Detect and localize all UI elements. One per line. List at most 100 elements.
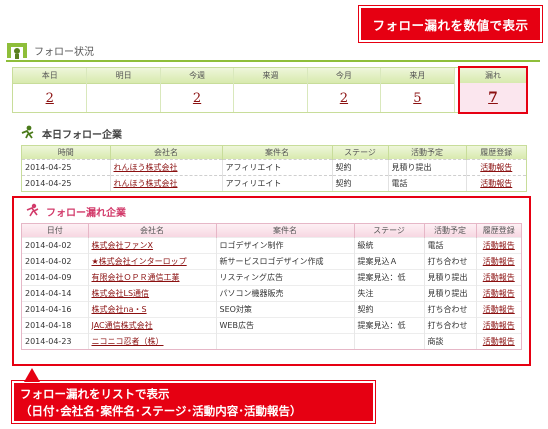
company-cell: れんほう株式会社	[109, 174, 222, 191]
missed-section-title: フォロー漏れ企業	[24, 203, 126, 220]
project-cell: アフィリエイト	[221, 158, 332, 175]
company-link[interactable]: JAC通信株式会社	[92, 321, 153, 330]
activity-report-link[interactable]: 活動報告	[483, 321, 515, 330]
stage-cell: 失注	[353, 284, 424, 301]
missed-title-text: フォロー漏れ企業	[46, 208, 126, 219]
stage-cell: 契約	[331, 158, 388, 175]
company-link[interactable]: 株式会社ファンX	[92, 241, 153, 250]
project-cell: WEB広告	[215, 316, 354, 333]
company-cell: 有限会社ＯＰＲ通信工業	[87, 268, 216, 285]
activity-report-link[interactable]: 活動報告	[483, 241, 515, 250]
date-cell: 2014-04-23	[22, 332, 88, 349]
table-row: 2014-04-02 株式会社ファンX ロゴデザイン制作 級統 電話 活動報告	[22, 236, 521, 253]
table-row: 2014-04-25 れんほう株式会社 アフィリエイト 契約 電話 活動報告	[22, 174, 526, 191]
action-cell: 活動報告	[465, 158, 526, 175]
today-title-text: 本日フォロー企業	[42, 130, 122, 141]
status-label: 来月	[381, 68, 454, 84]
company-link[interactable]: れんほう株式会社	[114, 179, 178, 188]
company-link[interactable]: ニコニコ忍者（株）	[92, 337, 164, 346]
table-row: 2014-04-18 JAC通信株式会社 WEB広告 提案見込：低 打ち合わせ …	[22, 316, 521, 333]
activity-report-link[interactable]: 活動報告	[483, 337, 515, 346]
missed-section: フォロー漏れ企業 日付 会社名 案件名 ステージ 活動予定 履歴登録 2014-…	[12, 196, 531, 366]
project-cell: ロゴデザイン制作	[215, 236, 354, 253]
status-count	[234, 84, 306, 112]
page-title: フォロー状況	[34, 46, 94, 58]
callout-bottom-line2: （日付･会社名･案件名･ステージ･活動内容･活動報告）	[20, 404, 302, 418]
company-link[interactable]: ★株式会社インターロップ	[92, 257, 187, 266]
plan-cell: 見積り提出	[423, 284, 476, 301]
status-label: 本日	[13, 68, 87, 84]
plan-cell: 打ち合わせ	[423, 252, 476, 269]
column-header: 時間	[22, 146, 110, 159]
status-count[interactable]: 2	[308, 84, 380, 112]
table-row: 2014-04-25 れんほう株式会社 アフィリエイト 契約 見積り提出 活動報…	[22, 158, 526, 175]
callout-top-text: フォロー漏れを数値で表示	[372, 17, 529, 33]
status-missed[interactable]: 漏れ 7	[458, 66, 528, 114]
company-cell: ニコニコ忍者（株）	[87, 332, 216, 349]
table-row: 2014-04-02 ★株式会社インターロップ 新サービスロゴデザイン作成 提案…	[22, 252, 521, 269]
activity-report-link[interactable]: 活動報告	[483, 305, 515, 314]
plan-cell: 打ち合わせ	[423, 316, 476, 333]
company-link[interactable]: れんほう株式会社	[114, 163, 178, 172]
callout-bottom-line1: フォロー漏れをリストで表示	[20, 387, 170, 401]
date-cell: 2014-04-16	[22, 300, 88, 317]
plan-cell: 商談	[423, 332, 476, 349]
callout-numeric-display: フォロー漏れを数値で表示	[358, 5, 543, 43]
column-header: 活動予定	[423, 224, 476, 237]
follow-status-icon	[6, 40, 28, 60]
status-next-month[interactable]: 来月 5	[380, 68, 454, 112]
stage-cell: 契約	[353, 300, 424, 317]
project-cell: リスティング広告	[215, 268, 354, 285]
callout-arrow	[24, 368, 40, 382]
table-row: 2014-04-09 有限会社ＯＰＲ通信工業 リスティング広告 提案見込：低 見…	[22, 268, 521, 285]
action-cell: 活動報告	[475, 316, 521, 333]
project-cell: パソコン機器販売	[215, 284, 354, 301]
column-header: ステージ	[353, 224, 424, 237]
status-today[interactable]: 本日 2	[13, 68, 87, 112]
activity-report-link[interactable]: 活動報告	[483, 273, 515, 282]
status-label: 今月	[307, 68, 381, 84]
status-this-month[interactable]: 今月 2	[306, 68, 381, 112]
date-cell: 2014-04-14	[22, 284, 88, 301]
action-cell: 活動報告	[475, 332, 521, 349]
table-header: 時間 会社名 案件名 ステージ 活動予定 履歴登録	[22, 146, 526, 159]
company-cell: 株式会社na・S	[87, 300, 216, 317]
action-cell: 活動報告	[475, 236, 521, 253]
status-label: 明日	[87, 68, 160, 84]
missed-table: 日付 会社名 案件名 ステージ 活動予定 履歴登録 2014-04-02 株式会…	[21, 223, 522, 350]
status-count	[87, 84, 159, 112]
company-link[interactable]: 有限会社ＯＰＲ通信工業	[92, 273, 180, 282]
status-count[interactable]: 2	[161, 84, 233, 112]
company-cell: れんほう株式会社	[109, 158, 222, 175]
time-cell: 2014-04-25	[22, 174, 110, 191]
status-count[interactable]: 2	[13, 84, 86, 112]
company-cell: 株式会社ファンX	[87, 236, 216, 253]
status-next-week: 来週	[233, 68, 307, 112]
company-link[interactable]: 株式会社na・S	[92, 305, 147, 314]
column-header: ステージ	[331, 146, 388, 159]
action-cell: 活動報告	[475, 284, 521, 301]
project-cell: 新サービスロゴデザイン作成	[215, 252, 354, 269]
activity-report-link[interactable]: 活動報告	[480, 163, 512, 172]
today-section-title: 本日フォロー企業	[20, 125, 122, 142]
company-cell: 株式会社LS通信	[87, 284, 216, 301]
today-table: 時間 会社名 案件名 ステージ 活動予定 履歴登録 2014-04-25 れんほ…	[21, 145, 527, 192]
action-cell: 活動報告	[475, 268, 521, 285]
date-cell: 2014-04-02	[22, 252, 88, 269]
activity-report-link[interactable]: 活動報告	[483, 257, 515, 266]
status-this-week[interactable]: 今週 2	[159, 68, 234, 112]
status-count[interactable]: 5	[381, 84, 453, 112]
plan-cell: 打ち合わせ	[423, 300, 476, 317]
action-cell: 活動報告	[475, 300, 521, 317]
date-cell: 2014-04-09	[22, 268, 88, 285]
status-count[interactable]: 7	[460, 83, 526, 112]
callout-list-display: フォロー漏れをリストで表示 （日付･会社名･案件名･ステージ･活動内容･活動報告…	[11, 368, 376, 424]
activity-report-link[interactable]: 活動報告	[480, 179, 512, 188]
status-label: 今週	[160, 68, 234, 84]
activity-report-link[interactable]: 活動報告	[483, 289, 515, 298]
stage-cell: 契約	[331, 174, 388, 191]
status-label: 来週	[234, 68, 307, 84]
company-link[interactable]: 株式会社LS通信	[92, 289, 150, 298]
column-header: 履歴登録	[475, 224, 521, 237]
stage-cell: 級統	[353, 236, 424, 253]
